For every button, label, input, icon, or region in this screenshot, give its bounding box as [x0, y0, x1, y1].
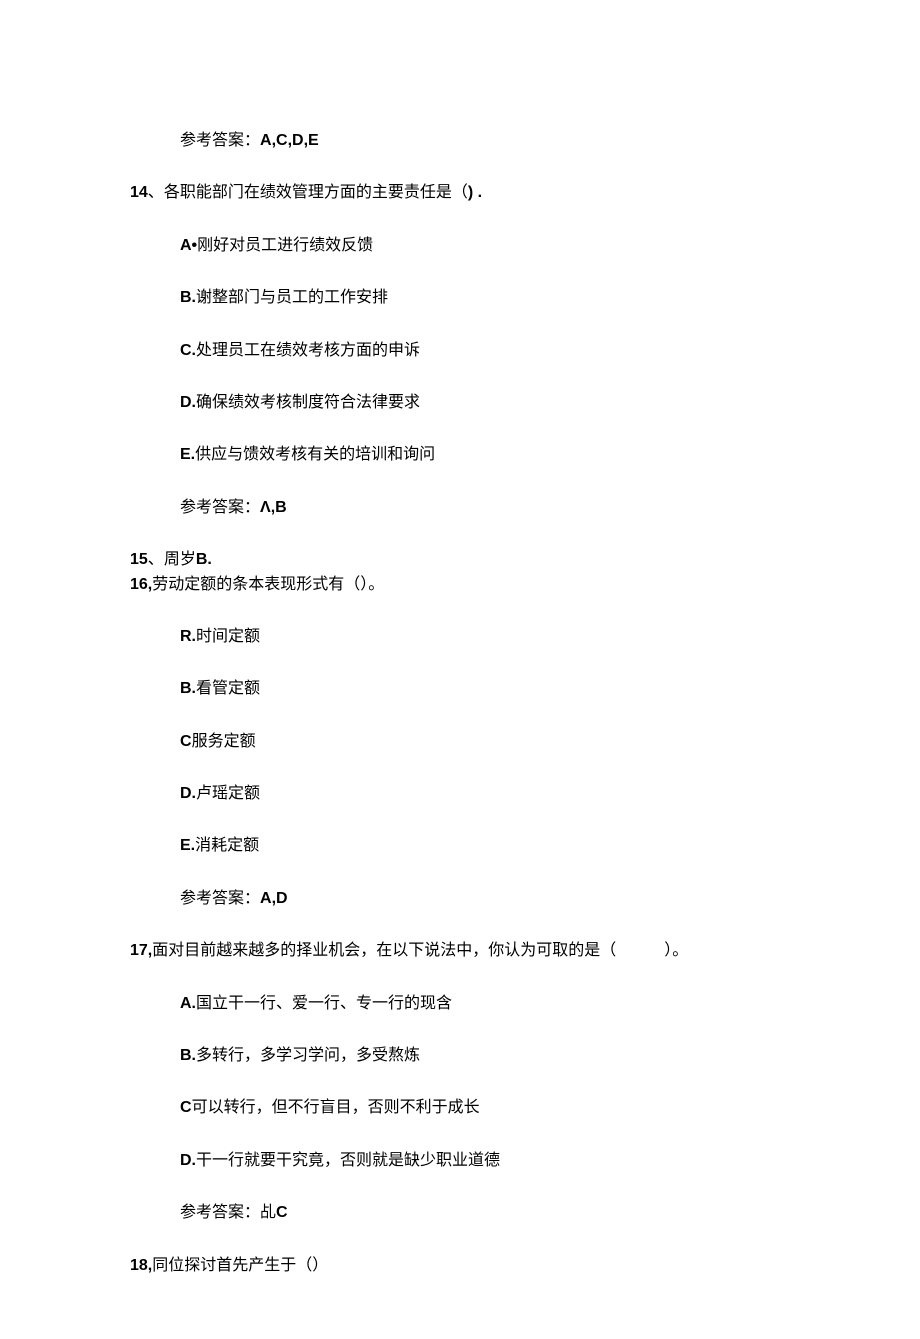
question-text: 各职能部门在绩效管理方面的主要责任是（	[164, 184, 468, 201]
q16-option-c: C服务定额	[130, 731, 790, 753]
q14-option-b: B.谢整部门与员工的工作安排	[130, 287, 790, 309]
paren: ) .	[468, 184, 482, 201]
option-label: C.	[180, 342, 196, 359]
option-text: 服务定额	[192, 733, 256, 750]
option-label: A.	[180, 995, 196, 1012]
option-label: B.	[180, 289, 196, 306]
option-label: E.	[180, 446, 195, 463]
answer-value: A,C,D,E	[260, 132, 319, 149]
question-number: 18,	[130, 1257, 152, 1274]
q16-option-b: B.看管定额	[130, 678, 790, 700]
question-number: 16,	[130, 576, 152, 593]
answer-value: Λ,B	[260, 499, 287, 516]
q16-option-e: E.消耗定额	[130, 835, 790, 857]
q14-answer-line: 参考答案：Λ,B	[130, 497, 790, 519]
question-number: 14	[130, 184, 148, 201]
option-label: C	[180, 1099, 192, 1116]
q14-option-a: A•刚好对员工进行绩效反馈	[130, 235, 790, 257]
option-text: 多转行，多学习学问，多受熬炼	[196, 1047, 420, 1064]
question-text: 劳动定额的条本表现形式有（）。	[152, 576, 384, 593]
separator: 、	[148, 551, 164, 568]
q16-stem: 16,劳动定额的条本表现形式有（）。	[130, 574, 790, 596]
separator: 、	[148, 184, 164, 201]
answer-value: A,D	[260, 890, 288, 907]
question-text: 周岁	[164, 551, 196, 568]
question-number: 15	[130, 551, 148, 568]
q16-answer-line: 参考答案：A,D	[130, 888, 790, 910]
option-text: 谢整部门与员工的工作安排	[196, 289, 388, 306]
q14-option-c: C.处理员工在绩效考核方面的申诉	[130, 340, 790, 362]
option-label: C	[180, 733, 192, 750]
option-label: R.	[180, 628, 196, 645]
q15-stem: 15、周岁B.	[130, 549, 790, 571]
q14-option-e: E.供应与馈效考核有关的培训和询问	[130, 444, 790, 466]
q18-stem: 18,同位探讨首先产生于（）	[130, 1255, 790, 1277]
answer-value: C	[276, 1204, 288, 1221]
option-label: D.	[180, 785, 196, 802]
q17-option-b: B.多转行，多学习学问，多受熬炼	[130, 1045, 790, 1067]
q14-stem: 14、各职能部门在绩效管理方面的主要责任是（) .	[130, 182, 790, 204]
option-text: 国立干一行、爱一行、专一行的现含	[196, 995, 452, 1012]
option-label: D.	[180, 394, 196, 411]
option-text: 时间定额	[196, 628, 260, 645]
q17-answer-line: 参考答案：乩C	[130, 1202, 790, 1224]
answer-label: 参考答案：	[180, 132, 260, 149]
option-text: 看管定额	[196, 680, 260, 697]
question-number: 17,	[130, 942, 152, 959]
answer-label: 参考答案：乩	[180, 1204, 276, 1221]
question-text: 面对目前越来越多的择业机会，在以下说法中，你认为可取的是（ ）。	[152, 942, 688, 959]
q16-option-r: R.时间定额	[130, 626, 790, 648]
option-label: B.	[180, 1047, 196, 1064]
q17-option-c: C可以转行，但不行盲目，否则不利于成长	[130, 1097, 790, 1119]
q13-answer-line: 参考答案：A,C,D,E	[130, 130, 790, 152]
q17-option-a: A.国立干一行、爱一行、专一行的现含	[130, 993, 790, 1015]
option-text: 干一行就要干究竟，否则就是缺少职业道德	[196, 1152, 500, 1169]
option-text: 供应与馈效考核有关的培训和询问	[195, 446, 435, 463]
option-text: 可以转行，但不行盲目，否则不利于成长	[192, 1099, 480, 1116]
option-text: 卢瑶定额	[196, 785, 260, 802]
q16-option-d: D.卢瑶定额	[130, 783, 790, 805]
option-label: E.	[180, 837, 195, 854]
answer-label: 参考答案：	[180, 499, 260, 516]
option-text: 刚好对员工进行绩效反馈	[197, 237, 373, 254]
option-text: 处理员工在绩效考核方面的申诉	[196, 342, 420, 359]
option-text: 消耗定额	[195, 837, 259, 854]
option-label: D.	[180, 1152, 196, 1169]
option-label: A•	[180, 237, 197, 254]
q17-option-d: D.干一行就要干究竟，否则就是缺少职业道德	[130, 1150, 790, 1172]
q14-option-d: D.确保绩效考核制度符合法律要求	[130, 392, 790, 414]
answer-label: 参考答案：	[180, 890, 260, 907]
option-label: B.	[180, 680, 196, 697]
question-text: 同位探讨首先产生于（）	[152, 1257, 328, 1274]
q17-stem: 17,面对目前越来越多的择业机会，在以下说法中，你认为可取的是（ ）。	[130, 940, 790, 962]
question-text-bold: B.	[196, 551, 212, 568]
option-text: 确保绩效考核制度符合法律要求	[196, 394, 420, 411]
